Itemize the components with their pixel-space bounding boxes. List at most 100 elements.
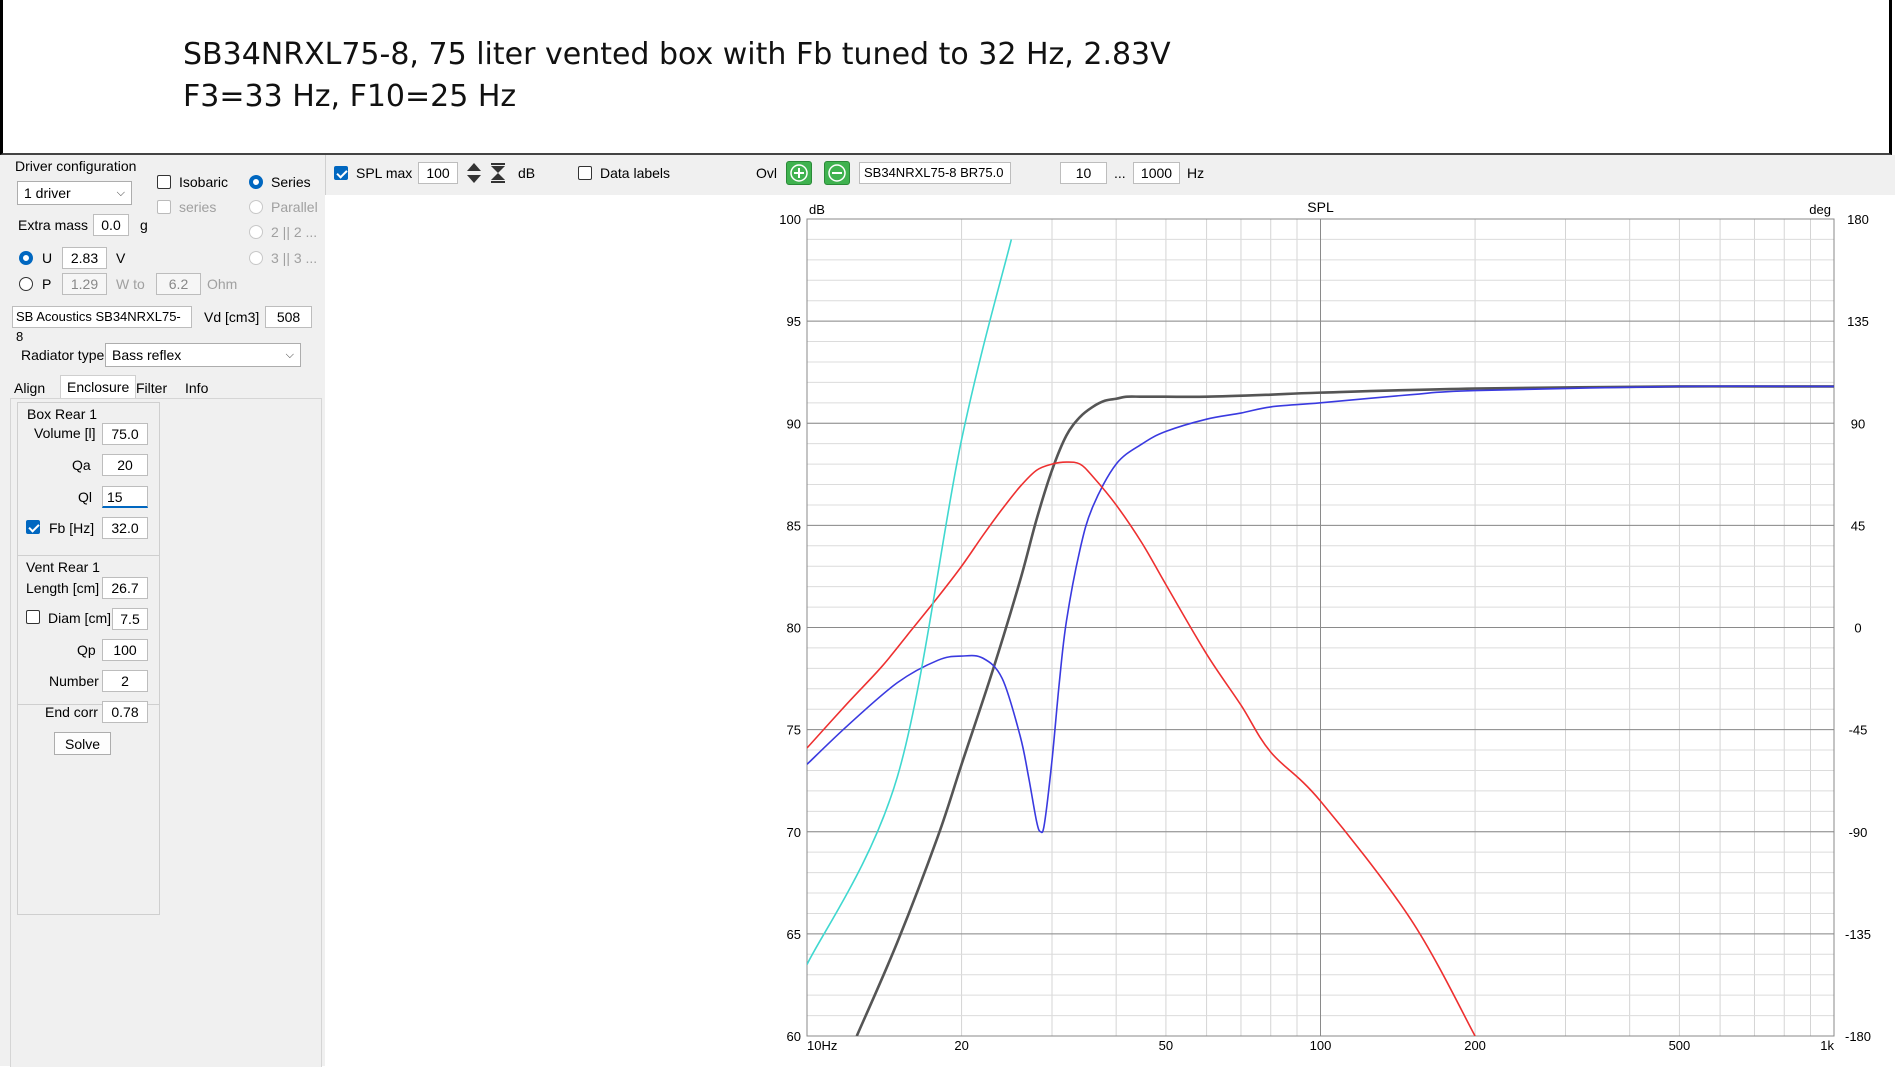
length-input[interactable]: 26.7 xyxy=(102,577,148,599)
y-tick-label: 85 xyxy=(787,518,801,533)
qa-input[interactable]: 20 xyxy=(102,454,148,476)
spl-max-label: SPL max xyxy=(356,165,413,181)
minus-icon xyxy=(828,164,846,182)
u-unit: V xyxy=(116,250,126,266)
zoom-fit-button[interactable] xyxy=(489,161,507,185)
p-input[interactable]: 1.29 xyxy=(62,273,107,295)
chevron-down-icon: ⌵ xyxy=(285,349,294,361)
u-input[interactable]: 2.83 xyxy=(62,247,107,269)
data-labels-label: Data labels xyxy=(600,165,671,181)
db-unit: dB xyxy=(518,165,536,181)
data-labels-checkbox[interactable] xyxy=(578,166,592,180)
hz-unit: Hz xyxy=(1187,165,1205,181)
f-max-input[interactable]: 1000 xyxy=(1133,162,1180,184)
qp-input[interactable]: 100 xyxy=(102,639,148,661)
slide-title-line2: F3=33 Hz, F10=25 Hz xyxy=(183,79,517,114)
series-label: Series xyxy=(271,174,311,190)
spl-max-spinner[interactable] xyxy=(465,161,483,185)
driver-name-field[interactable]: SB Acoustics SB34NRXL75-8 xyxy=(12,306,192,344)
number-input[interactable]: 2 xyxy=(102,670,148,692)
volume-label: Volume [l] xyxy=(34,425,96,441)
y-axis-label: dB xyxy=(809,202,825,217)
u-radio[interactable] xyxy=(19,251,33,265)
y-tick-label: 100 xyxy=(779,212,801,227)
parallel-radio[interactable] xyxy=(249,200,263,214)
fb-label: Fb [Hz] xyxy=(49,520,95,536)
vent-rear-label: Vent Rear 1 xyxy=(26,559,100,575)
p-label: P xyxy=(42,276,52,292)
slide-title: SB34NRXL75-8, 75 liter vented box with F… xyxy=(183,34,1171,118)
driver-config-label: Driver configuration xyxy=(15,158,137,174)
endcorr-label: End corr xyxy=(45,704,98,720)
spl-max-checkbox[interactable] xyxy=(334,166,348,180)
ql-input[interactable]: 15 xyxy=(102,486,148,508)
y-tick-label: 80 xyxy=(787,621,801,636)
extra-mass-unit: g xyxy=(140,217,148,233)
3x3-label: 3 || 3 ... xyxy=(271,250,318,266)
plus-icon xyxy=(790,164,808,182)
solve-button[interactable]: Solve xyxy=(54,732,111,755)
tab-info[interactable]: Info xyxy=(183,377,210,399)
f-min-input[interactable]: 10 xyxy=(1060,162,1107,184)
spl-chart-area: 100 95 90 85 80 75 70 65 60 180 135 90 45 0 -45 -90 -135… xyxy=(325,195,1895,1066)
parallel-label: Parallel xyxy=(271,199,318,215)
x-tick-label: 500 xyxy=(1669,1038,1691,1053)
chevron-down-icon: ⌵ xyxy=(116,187,125,199)
diam-checkbox[interactable] xyxy=(26,610,40,624)
w-to-label: W to xyxy=(116,276,145,292)
fb-input[interactable]: 32.0 xyxy=(102,517,148,539)
p-radio[interactable] xyxy=(19,277,33,291)
endcorr-input[interactable]: 0.78 xyxy=(102,701,148,723)
y2-tick-label: -135 xyxy=(1845,927,1871,942)
series-radio[interactable] xyxy=(249,175,263,189)
volume-input[interactable]: 75.0 xyxy=(102,423,148,445)
tab-filter[interactable]: Filter xyxy=(134,377,169,399)
diam-label: Diam [cm] xyxy=(48,610,111,626)
ohm-unit: Ohm xyxy=(207,276,238,292)
number-label: Number xyxy=(49,673,99,689)
y-tick-label: 70 xyxy=(787,825,801,840)
x-tick-label: 10Hz xyxy=(807,1038,837,1053)
fb-checkbox[interactable] xyxy=(26,520,40,534)
spl-max-input[interactable]: 100 xyxy=(418,162,458,184)
extra-mass-label: Extra mass xyxy=(18,217,89,233)
vd-input[interactable]: 508 xyxy=(265,306,312,328)
y-tick-label: 65 xyxy=(787,927,801,942)
chart-title: SPL xyxy=(1307,199,1334,215)
diam-input[interactable]: 7.5 xyxy=(112,608,148,630)
2x2-radio[interactable] xyxy=(249,225,263,239)
y2-tick-label: -180 xyxy=(1845,1029,1871,1044)
remove-overlay-button[interactable] xyxy=(824,161,850,185)
driver-count-select[interactable]: 1 driver ⌵ xyxy=(17,181,132,205)
series-line-0 xyxy=(855,385,1834,1036)
y2-axis-label: deg xyxy=(1809,202,1831,217)
y2-tick-label: -90 xyxy=(1849,825,1868,840)
vd-label: Vd [cm3] xyxy=(204,309,260,325)
fit-arrows-icon xyxy=(491,163,505,183)
range-ellipsis: ... xyxy=(1114,165,1126,181)
ovl-label: Ovl xyxy=(756,165,777,181)
x-tick-label: 20 xyxy=(954,1038,968,1053)
radiator-type-label: Radiator type xyxy=(21,347,105,363)
tab-align[interactable]: Align xyxy=(12,377,47,399)
overlay-name-field[interactable]: SB34NRXL75-8 BR75.0 xyxy=(859,162,1011,184)
add-overlay-button[interactable] xyxy=(786,161,812,185)
qa-label: Qa xyxy=(72,457,91,473)
settings-panel: Driver configuration 1 driver ⌵ Isobaric… xyxy=(0,155,326,1067)
x-tick-label: 200 xyxy=(1464,1038,1486,1053)
length-label: Length [cm] xyxy=(26,580,100,596)
y-tick-label: 90 xyxy=(787,416,801,431)
tab-enclosure[interactable]: Enclosure xyxy=(60,375,137,398)
series-line-2 xyxy=(807,461,1476,1036)
3x3-radio[interactable] xyxy=(249,251,263,265)
x-tick-label: 50 xyxy=(1159,1038,1173,1053)
radiator-type-select[interactable]: Bass reflex ⌵ xyxy=(105,343,301,367)
series-sub-label: series xyxy=(179,199,217,215)
isobaric-checkbox[interactable] xyxy=(157,175,171,189)
y2-tick-label: 0 xyxy=(1854,621,1861,636)
spinner-arrows-icon xyxy=(467,163,481,183)
series-sub-checkbox[interactable] xyxy=(157,200,171,214)
qp-label: Qp xyxy=(77,642,96,658)
extra-mass-input[interactable]: 0.0 xyxy=(93,214,129,236)
ohm-input[interactable]: 6.2 xyxy=(156,273,201,295)
